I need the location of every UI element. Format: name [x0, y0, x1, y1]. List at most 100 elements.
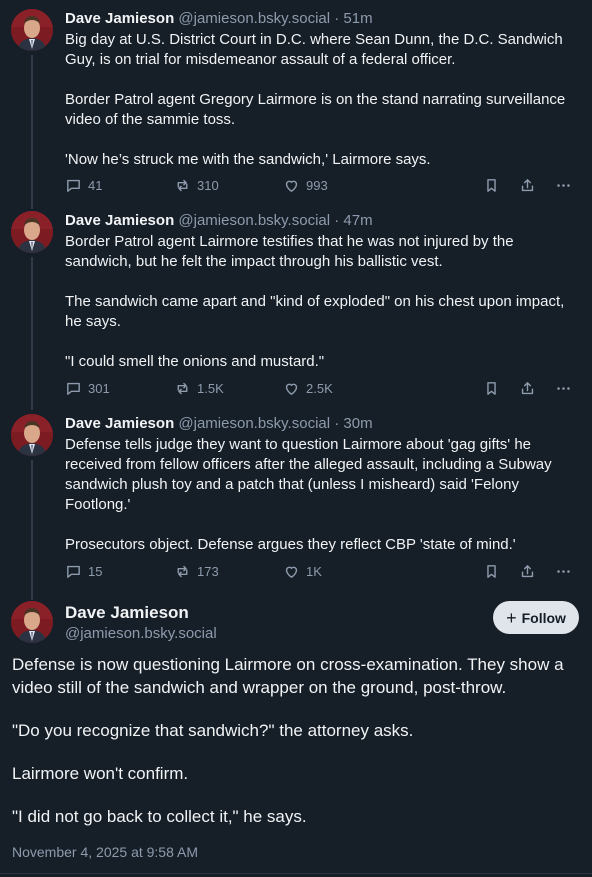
like-button[interactable]: 2.5K	[283, 377, 333, 399]
post-paragraph: Prosecutors object. Defense argues they …	[65, 536, 516, 553]
author-name[interactable]: Dave Jamieson	[65, 415, 174, 432]
post-text: Border Patrol agent Lairmore testifies t…	[65, 232, 580, 372]
share-upload-icon	[521, 381, 534, 394]
thread-post[interactable]: Dave Jamieson @jamieson.bsky.social · 51…	[0, 9, 592, 205]
bookmark-button[interactable]	[483, 560, 500, 582]
heart-outline-icon	[285, 566, 298, 578]
post-paragraph: Border Patrol agent Lairmore testifies t…	[65, 233, 514, 270]
more-options-button[interactable]	[555, 174, 572, 196]
thread-connector-line	[31, 460, 33, 600]
share-button[interactable]	[519, 174, 536, 196]
reply-count: 15	[88, 563, 103, 579]
post-actions: 15 173 1K	[65, 560, 580, 582]
author-name[interactable]: Dave Jamieson	[65, 212, 174, 229]
reply-button[interactable]: 15	[65, 560, 102, 582]
bookmark-icon	[487, 381, 496, 395]
heart-outline-icon	[285, 383, 298, 395]
share-upload-icon	[521, 178, 534, 191]
repost-arrows-icon	[177, 382, 188, 394]
post-paragraph: "Do you recognize that sandwich?" the at…	[12, 721, 414, 740]
post-paragraph: "I could smell the onions and mustard."	[65, 353, 325, 370]
repost-count: 173	[197, 563, 219, 579]
follow-button[interactable]: + Follow	[493, 601, 579, 634]
avatar[interactable]	[11, 414, 53, 456]
plus-icon: +	[506, 607, 517, 628]
separator-dot: ·	[334, 10, 340, 27]
more-options-button[interactable]	[555, 560, 572, 582]
speech-bubble-icon	[67, 565, 80, 578]
thread-connector-line	[31, 55, 33, 205]
like-button[interactable]: 1K	[283, 560, 322, 582]
thread-connector-line	[31, 257, 33, 410]
reply-button[interactable]: 41	[65, 174, 102, 196]
thread: Dave Jamieson @jamieson.bsky.social · 51…	[0, 0, 592, 877]
share-button[interactable]	[519, 377, 536, 399]
more-options-button[interactable]	[555, 377, 572, 399]
author-handle[interactable]: @jamieson.bsky.social	[65, 624, 217, 644]
avatar-image	[11, 414, 53, 456]
author-handle[interactable]: @jamieson.bsky.social	[178, 212, 330, 229]
divider	[0, 873, 592, 874]
post-paragraph: Defense tells judge they want to questio…	[65, 436, 552, 513]
ellipsis-icon	[557, 386, 570, 390]
post-header: Dave Jamieson @jamieson.bsky.social · 30…	[65, 414, 580, 434]
ellipsis-icon	[557, 183, 570, 187]
like-count: 1K	[306, 563, 322, 579]
author-name[interactable]: Dave Jamieson	[65, 10, 174, 27]
post-time[interactable]: 30m	[343, 415, 372, 432]
avatar[interactable]	[11, 211, 53, 253]
author-handle[interactable]: @jamieson.bsky.social	[178, 415, 330, 432]
bookmark-icon	[487, 178, 496, 192]
ellipsis-icon	[557, 569, 570, 573]
main-post-header: Dave Jamieson @jamieson.bsky.social + Fo…	[0, 601, 592, 651]
post-paragraph: The sandwich came apart and "kind of exp…	[65, 293, 565, 330]
post-header: Dave Jamieson @jamieson.bsky.social · 47…	[65, 211, 580, 231]
post-actions: 41 310 993	[65, 174, 580, 196]
post-timestamp[interactable]: November 4, 2025 at 9:58 AM	[12, 844, 198, 860]
bookmark-button[interactable]	[483, 377, 500, 399]
post-time[interactable]: 51m	[343, 10, 372, 27]
speech-bubble-icon	[67, 179, 80, 192]
separator-dot: ·	[334, 212, 340, 229]
repost-count: 310	[197, 177, 219, 193]
like-button[interactable]: 993	[283, 174, 328, 196]
author-name[interactable]: Dave Jamieson	[65, 602, 189, 624]
avatar[interactable]	[11, 601, 53, 643]
post-paragraph: 'Now he’s struck me with the sandwich,' …	[65, 151, 431, 168]
separator-dot: ·	[334, 415, 340, 432]
repost-button[interactable]: 1.5K	[174, 377, 224, 399]
reply-count: 41	[88, 177, 103, 193]
like-count: 993	[306, 177, 328, 193]
follow-label: Follow	[521, 609, 566, 626]
post-paragraph: Defense is now questioning Lairmore on c…	[12, 655, 564, 697]
heart-outline-icon	[285, 180, 298, 192]
bookmark-button[interactable]	[483, 174, 500, 196]
post-text: Big day at U.S. District Court in D.C. w…	[65, 30, 580, 170]
reply-count: 301	[88, 380, 110, 396]
post-paragraph: "I did not go back to collect it," he sa…	[12, 807, 307, 826]
post-time[interactable]: 47m	[343, 212, 372, 229]
reply-button[interactable]: 301	[65, 377, 110, 399]
post-paragraph: Border Patrol agent Gregory Lairmore is …	[65, 91, 566, 128]
avatar-image	[11, 9, 53, 51]
share-button[interactable]	[519, 560, 536, 582]
repost-button[interactable]: 310	[174, 174, 219, 196]
bookmark-icon	[487, 564, 496, 578]
speech-bubble-icon	[67, 382, 80, 395]
main-post-text: Defense is now questioning Lairmore on c…	[12, 653, 582, 828]
repost-arrows-icon	[177, 179, 188, 191]
thread-connector-line	[31, 205, 33, 209]
main-post: Dave Jamieson @jamieson.bsky.social + Fo…	[0, 601, 592, 871]
repost-count: 1.5K	[197, 380, 224, 396]
author-handle[interactable]: @jamieson.bsky.social	[178, 10, 330, 27]
avatar-image	[11, 601, 53, 643]
post-paragraph: Lairmore won't confirm.	[12, 764, 189, 783]
repost-button[interactable]: 173	[174, 560, 219, 582]
post-header: Dave Jamieson @jamieson.bsky.social · 51…	[65, 9, 580, 29]
post-text: Defense tells judge they want to questio…	[65, 435, 580, 555]
like-count: 2.5K	[306, 380, 333, 396]
share-upload-icon	[521, 564, 534, 577]
thread-post[interactable]: Dave Jamieson @jamieson.bsky.social · 47…	[0, 205, 592, 411]
thread-post[interactable]: Dave Jamieson @jamieson.bsky.social · 30…	[0, 414, 592, 600]
avatar[interactable]	[11, 9, 53, 51]
